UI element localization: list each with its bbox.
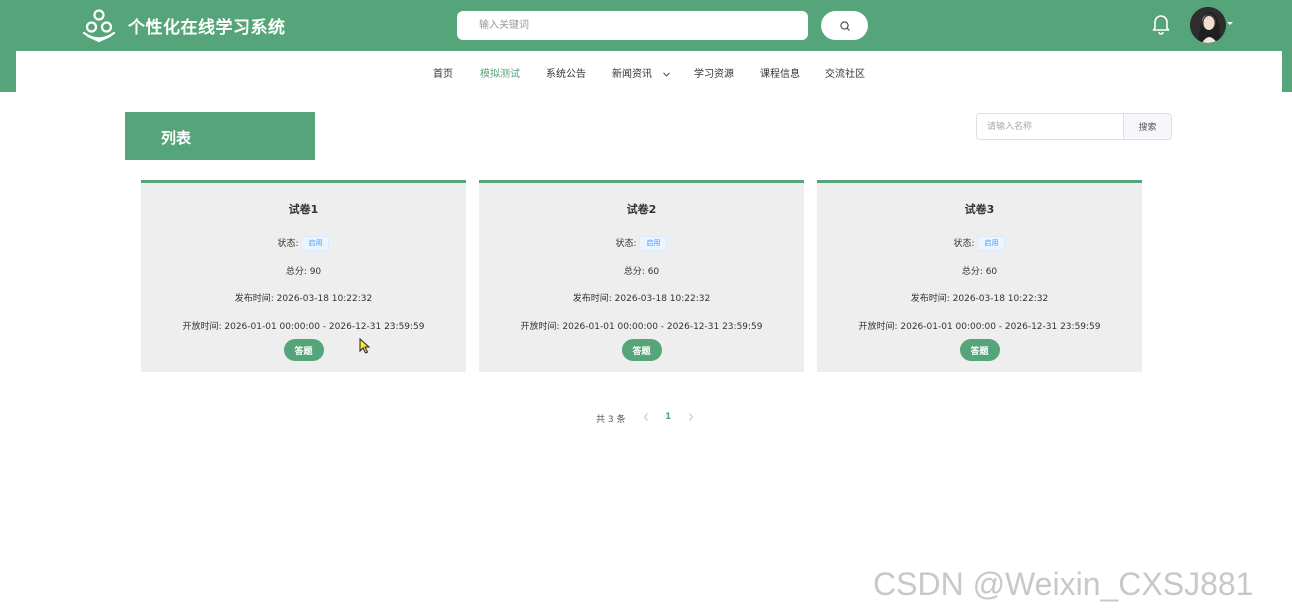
page-title: 列表 [161,129,192,147]
answer-button[interactable]: 答题 [621,339,662,361]
header-side-strip-right [1282,51,1292,92]
card-publish-time: 发布时间: 2026-03-18 10:22:32 [910,294,1049,304]
status-label: 状态: [277,239,299,249]
watermark: CSDN @Weixin_CXSJ881 [873,566,1254,602]
exam-card: 试卷2 状态: 启用 总分: 60 发布时间: 2026-03-18 10:22… [479,180,804,372]
exam-card: 试卷1 状态: 启用 总分: 90 发布时间: 2026-03-18 10:22… [141,180,466,372]
status-label: 状态: [953,239,975,249]
card-title: 试卷3 [964,203,995,216]
status-badge: 启用 [639,236,668,251]
header-side-strip-left [0,51,16,92]
list-banner: 列表 [125,112,315,160]
avatar-image [1190,7,1226,43]
nav-item-courses[interactable]: 课程信息 [760,65,800,80]
nav-item-home[interactable]: 首页 [433,65,453,80]
pagination-total: 共 3 条 [596,415,626,425]
name-search: 搜索 [976,113,1172,140]
chevron-down-icon [663,71,671,77]
nav-item-resources[interactable]: 学习资源 [694,65,734,80]
status-label: 状态: [615,239,637,249]
name-search-input[interactable] [977,114,1123,139]
card-open-time: 开放时间: 2026-01-01 00:00:00 - 2026-12-31 2… [182,322,425,332]
card-open-time: 开放时间: 2026-01-01 00:00:00 - 2026-12-31 2… [520,322,763,332]
nav-item-mock-test[interactable]: 模拟测试 [480,65,520,80]
nav-item-news-label: 新闻资讯 [612,69,652,80]
status-badge: 启用 [301,236,330,251]
chevron-left-icon[interactable] [641,411,651,423]
card-publish-time: 发布时间: 2026-03-18 10:22:32 [234,294,373,304]
exam-card: 试卷3 状态: 启用 总分: 60 发布时间: 2026-03-18 10:22… [817,180,1142,372]
status-badge: 启用 [977,236,1006,251]
card-title: 试卷2 [626,203,657,216]
bell-icon[interactable] [1151,13,1171,35]
answer-button[interactable]: 答题 [959,339,1000,361]
chevron-right-icon[interactable] [686,411,696,423]
card-status: 状态: 启用 [479,236,804,251]
main-nav: 首页 模拟测试 系统公告 新闻资讯 学习资源 课程信息 交流社区 [16,51,1282,92]
brand[interactable]: 个性化在线学习系统 [80,6,286,44]
card-title: 试卷1 [288,203,319,216]
caret-down-icon[interactable] [1226,19,1234,27]
keyword-search-input[interactable] [457,11,808,40]
keyword-search-button[interactable] [821,11,868,40]
answer-button[interactable]: 答题 [283,339,324,361]
pagination-page-1[interactable]: 1 [665,412,671,422]
card-open-time: 开放时间: 2026-01-01 00:00:00 - 2026-12-31 2… [858,322,1101,332]
name-search-button[interactable]: 搜索 [1123,114,1171,139]
brand-logo-icon [82,9,116,43]
card-status: 状态: 启用 [141,236,466,251]
search-icon [839,20,850,31]
card-score: 总分: 90 [285,267,322,277]
card-score: 总分: 60 [961,267,998,277]
nav-item-announcements[interactable]: 系统公告 [546,65,586,80]
avatar[interactable] [1190,7,1226,43]
card-status: 状态: 启用 [817,236,1142,251]
brand-title: 个性化在线学习系统 [128,17,286,38]
card-score: 总分: 60 [623,267,660,277]
nav-item-news[interactable]: 新闻资讯 [612,65,671,80]
mouse-cursor-icon [359,338,371,354]
nav-item-community[interactable]: 交流社区 [825,65,865,80]
card-publish-time: 发布时间: 2026-03-18 10:22:32 [572,294,711,304]
